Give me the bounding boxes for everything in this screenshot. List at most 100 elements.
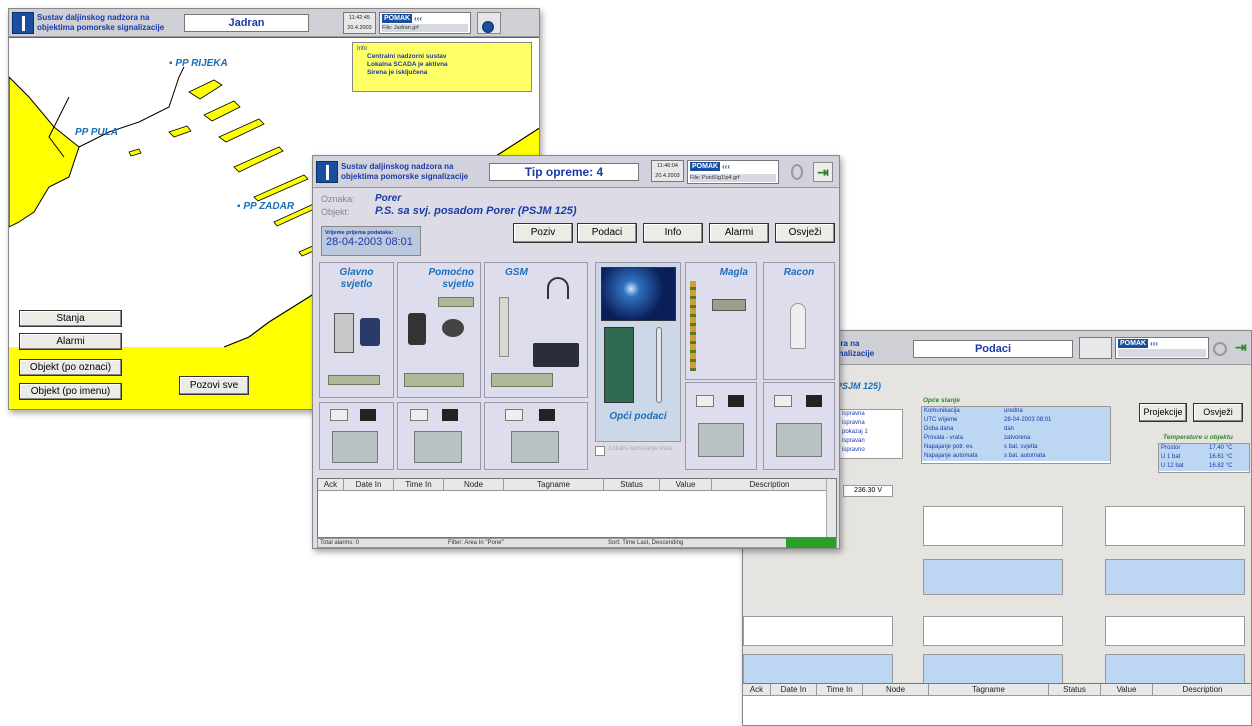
- column-header[interactable]: Description: [1153, 684, 1251, 696]
- oznaka-label: Oznaka:: [321, 194, 355, 204]
- battery-panel[interactable]: [685, 382, 757, 470]
- table-row: U 1 bat 16.61 °C: [1159, 453, 1249, 462]
- column-header[interactable]: Date In: [771, 684, 817, 696]
- charger-icon: [360, 409, 376, 421]
- equipment-window: Sustav daljinskog nadzora na objektima po…: [312, 155, 840, 549]
- panel-glavno-svjetlo[interactable]: Glavno svjetlo: [319, 262, 394, 398]
- panel-racon[interactable]: Racon: [763, 262, 835, 380]
- antenna-icon: [499, 297, 509, 357]
- battery-block: [923, 616, 1063, 646]
- column-header[interactable]: Status: [604, 479, 660, 491]
- column-header[interactable]: Time In: [394, 479, 444, 491]
- panel-title: Racon: [783, 267, 815, 278]
- alarmi-button[interactable]: Alarmi: [709, 223, 769, 243]
- port-label-rijeka[interactable]: ▪ PP RIJEKA: [169, 58, 228, 69]
- chevrons-icon: ‹‹‹: [414, 14, 422, 23]
- column-header[interactable]: Ack: [318, 479, 344, 491]
- headset-icon: [547, 277, 569, 299]
- racon-beacon-icon: [790, 303, 806, 349]
- opce-stanje-table: Komunikacija uredna UTC vrijeme 28-04-2003…: [921, 406, 1111, 464]
- battery-block: [923, 506, 1063, 546]
- column-header[interactable]: Value: [1101, 684, 1153, 696]
- mains-voltage: 236.30 V: [843, 485, 893, 497]
- temperature-table: Prostor 17.40 °C U 1 bat 16.61 °C U 12 bat…: [1158, 443, 1250, 473]
- table-row: Komunikacija uredna: [922, 407, 1110, 416]
- brand-box: POMAK ‹‹‹ File: Jadran.grf: [379, 12, 471, 34]
- brand-box: POMAK ‹‹‹ File: PuniSig1\p4.grf: [687, 160, 779, 184]
- objekt-po-imenu-button[interactable]: Objekt (po imenu): [19, 383, 122, 400]
- charger-icon: [806, 395, 822, 407]
- projekcije-button[interactable]: Projekcije: [1139, 403, 1187, 422]
- alarmi-button[interactable]: Alarmi: [19, 333, 122, 350]
- stanja-button[interactable]: Stanja: [19, 310, 122, 327]
- info-heading: Info: [357, 46, 368, 52]
- column-header[interactable]: Date In: [344, 479, 394, 491]
- column-header[interactable]: Value: [660, 479, 712, 491]
- charger-icon: [539, 409, 555, 421]
- battery-icon: [332, 431, 378, 463]
- table-row: Doba dana dan: [922, 425, 1110, 434]
- battery-block: [1105, 506, 1245, 546]
- ring-icon[interactable]: [791, 164, 803, 180]
- objekt-po-oznaci-button[interactable]: Objekt (po oznaci): [19, 359, 122, 376]
- panel-title: Opći podaci: [609, 411, 667, 422]
- battery-icon: [414, 431, 462, 463]
- status-tag: [328, 375, 380, 385]
- table-row: Napajanje automata s bat. automata: [922, 452, 1110, 461]
- panel-gsm[interactable]: GSM: [484, 262, 588, 398]
- alarm-list[interactable]: Ack Date In Time In Node Tagname Status …: [317, 478, 837, 538]
- podaci-button[interactable]: Podaci: [577, 223, 637, 243]
- status-table: ispravna ispravna pokazaj 1 ispravan isp…: [839, 409, 903, 459]
- alarm-list-header: Ack Date In Time In Node Tagname Status …: [743, 684, 1251, 696]
- receipt-label: Vrijeme prijema podataka:: [325, 230, 394, 236]
- opce-stanje-title: Opće stanje: [923, 397, 960, 404]
- battery-panel[interactable]: [397, 402, 481, 470]
- brand-logo: POMAK: [382, 14, 413, 23]
- scrollbar[interactable]: [826, 479, 836, 537]
- column-header[interactable]: Status: [1049, 684, 1101, 696]
- column-header[interactable]: Tagname: [504, 479, 604, 491]
- charger-icon: [442, 409, 458, 421]
- map-window-header: Sustav daljinskog nadzora na objektima po…: [9, 9, 539, 37]
- alarm-list[interactable]: Ack Date In Time In Node Tagname Status …: [743, 683, 1251, 725]
- sort-text: Sort: Time Last, Descending: [608, 540, 684, 546]
- ring-icon[interactable]: [1213, 342, 1227, 356]
- poziv-button[interactable]: Poziv: [513, 223, 573, 243]
- osvjezi-button[interactable]: Osvježi: [775, 223, 835, 243]
- status-bar: Total alarms: 0 Filter: Area In "Porer" …: [317, 538, 837, 548]
- column-header[interactable]: Time In: [817, 684, 863, 696]
- battery-panel[interactable]: [763, 382, 835, 470]
- equipment-window-header: Sustav daljinskog nadzora na objektima po…: [313, 156, 839, 188]
- battery-panel[interactable]: [484, 402, 588, 470]
- osvjezi-button[interactable]: Osvježi: [1193, 403, 1243, 422]
- info-button[interactable]: Info: [643, 223, 703, 243]
- panel-magla[interactable]: Magla: [685, 262, 757, 380]
- total-alarms: Total alarms: 0: [320, 540, 360, 546]
- clock: 11:42:45 20.4.2003: [343, 12, 376, 34]
- battery-icon: [776, 423, 822, 457]
- panel-opci-podaci[interactable]: Opći podaci: [595, 262, 681, 442]
- port-label-pula[interactable]: PP PULA: [75, 127, 118, 138]
- pozovi-sve-button[interactable]: Pozovi sve: [179, 376, 249, 395]
- info-line: Sirena je isključena: [367, 69, 428, 76]
- column-header[interactable]: Node: [863, 684, 929, 696]
- battery-panel[interactable]: [319, 402, 394, 470]
- table-row: UTC vrijeme 28-04-2003 08:01: [922, 416, 1110, 425]
- socket-icon: [774, 395, 792, 407]
- panel-pomocno-svjetlo[interactable]: Pomoćno svjetlo: [397, 262, 481, 398]
- system-title: Sustav daljinskog nadzora naobjektima po…: [341, 162, 469, 181]
- table-row: U 12 bat 16.82 °C: [1159, 462, 1249, 471]
- exit-icon[interactable]: ⇥: [1235, 339, 1251, 357]
- column-header[interactable]: Description: [712, 479, 828, 491]
- door-checkbox[interactable]: [595, 446, 605, 456]
- column-header[interactable]: Tagname: [929, 684, 1049, 696]
- column-header[interactable]: Ack: [743, 684, 771, 696]
- table-row: Prostor 17.40 °C: [1159, 444, 1249, 453]
- port-label-zadar[interactable]: ▪ PP ZADAR: [237, 201, 294, 212]
- file-name: File: Jadran.grf: [382, 24, 468, 32]
- brand-logo: POMAK: [1118, 339, 1149, 348]
- battery-block: [923, 559, 1063, 595]
- exit-icon[interactable]: ⇥: [813, 162, 833, 182]
- brand-box: POMAK ‹‹‹: [1115, 337, 1209, 359]
- column-header[interactable]: Node: [444, 479, 504, 491]
